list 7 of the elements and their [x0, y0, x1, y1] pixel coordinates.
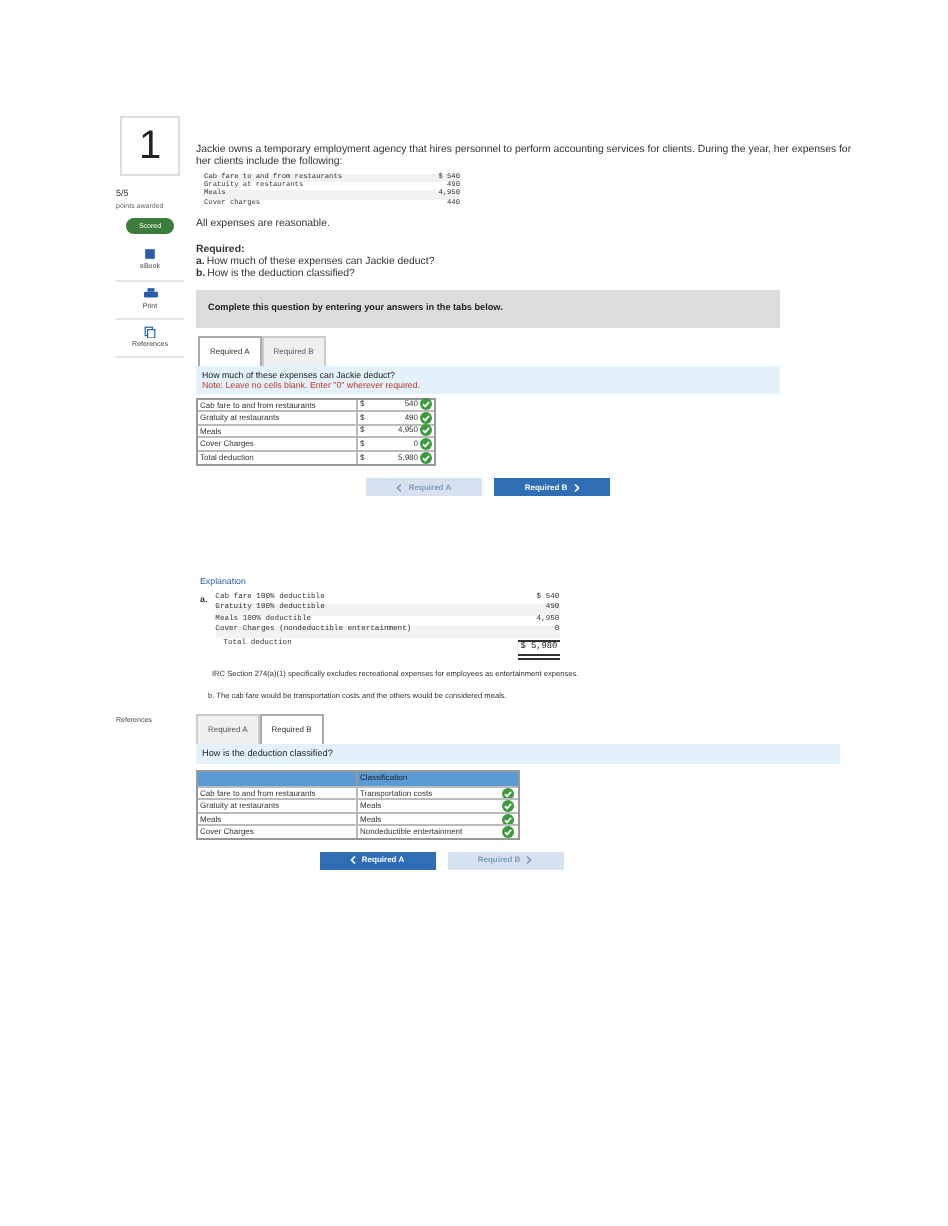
copy-icon [144, 325, 156, 338]
chevron-right-icon [526, 856, 533, 865]
chevron-left-icon [349, 856, 356, 865]
question-number: 1 [120, 116, 180, 176]
printer-icon [143, 287, 157, 299]
chevron-left-icon [396, 483, 403, 491]
chevron-right-icon [573, 483, 580, 491]
